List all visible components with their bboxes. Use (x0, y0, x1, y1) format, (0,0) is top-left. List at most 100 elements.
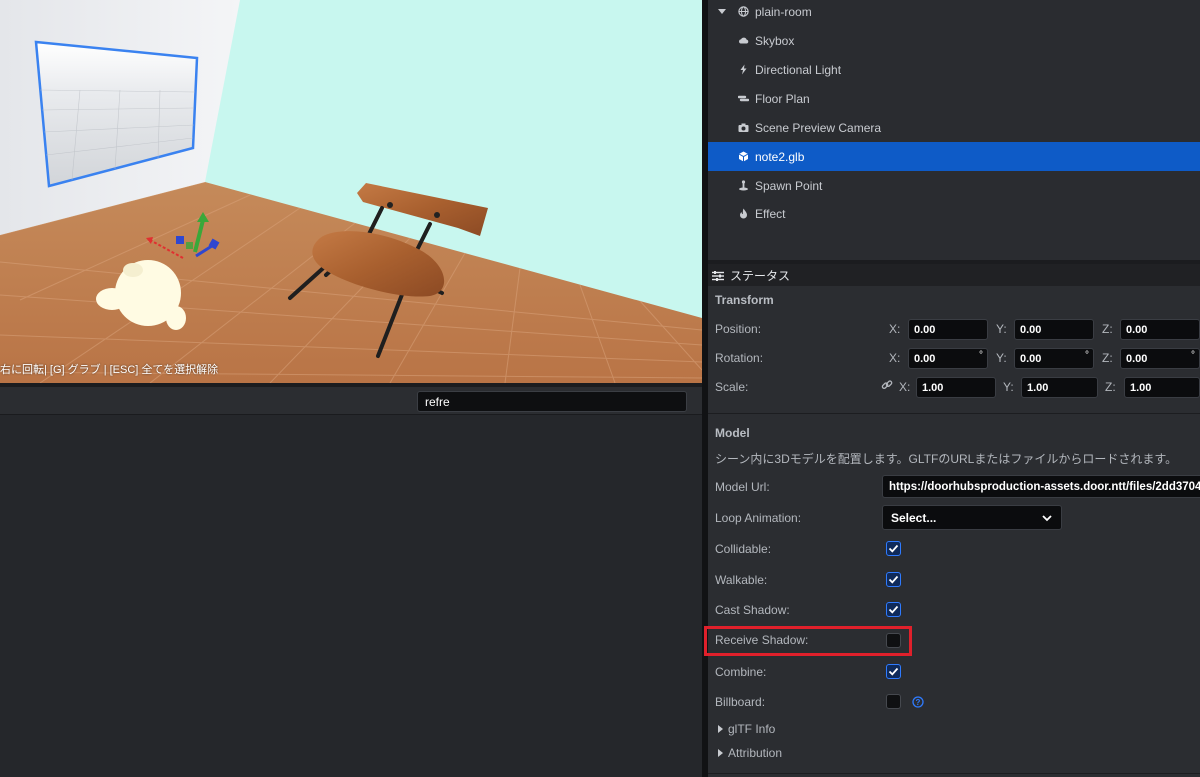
hierarchy-item-spawn-point[interactable]: Spawn Point (708, 171, 1200, 200)
model-url-input[interactable]: https://doorhubsproduction-assets.door.n… (882, 475, 1200, 498)
position-x-value: 0.00 (914, 323, 936, 336)
gltf-info-label: glTF Info (728, 722, 776, 736)
hierarchy-root-plain-room[interactable]: plain-room (708, 0, 1200, 26)
scale-y-axis-label: Y: (1003, 380, 1014, 394)
scene-render (0, 0, 702, 383)
spawn-icon (738, 180, 749, 191)
rotation-z-axis-label: Z: (1102, 351, 1113, 365)
viewport-shortcut-hint: 右に回転| [G] グラブ | [ESC] 全てを選択解除 (0, 364, 219, 376)
rotation-x-axis-label: X: (889, 351, 901, 365)
position-y-input[interactable]: 0.00 (1014, 319, 1094, 340)
hierarchy-item-label: Scene Preview Camera (755, 120, 882, 135)
receive-shadow-label: Receive Shadow: (715, 633, 809, 647)
expand-arrow-icon (718, 725, 723, 733)
properties-header: ステータス (708, 264, 1200, 286)
combine-label: Combine: (715, 665, 767, 679)
combine-checkbox[interactable] (886, 664, 901, 679)
position-y-axis-label: Y: (996, 322, 1007, 336)
hierarchy-item-label: Effect (755, 206, 786, 221)
billboard-checkbox[interactable] (886, 694, 901, 709)
assets-panel (0, 415, 702, 777)
attribution-toggle[interactable]: Attribution (718, 746, 782, 760)
rotation-label: Rotation: (715, 351, 764, 365)
cast-shadow-checkbox[interactable] (886, 602, 901, 617)
walkable-label: Walkable: (715, 573, 768, 587)
scale-z-axis-label: Z: (1105, 380, 1116, 394)
scale-z-value: 1.00 (1130, 381, 1152, 394)
section-divider (708, 413, 1200, 414)
floor-plan-icon (737, 93, 750, 104)
hierarchy-item-skybox[interactable]: Skybox (708, 26, 1200, 55)
hierarchy-root-label: plain-room (755, 4, 812, 19)
hierarchy-item-label: Spawn Point (755, 178, 823, 193)
editor-root: 右に回転| [G] グラブ | [ESC] 全てを選択解除 plain-room… (0, 0, 1200, 777)
properties-panel: ステータス Transform Position: X: 0.00 Y: 0.0… (704, 264, 1200, 777)
check-icon (888, 575, 899, 584)
sliders-icon (712, 270, 724, 281)
globe-icon (738, 6, 749, 17)
assets-toolbar (0, 387, 702, 415)
position-z-input[interactable]: 0.00 (1120, 319, 1200, 340)
scale-x-input[interactable]: 1.00 (916, 377, 996, 398)
position-z-axis-label: Z: (1102, 322, 1113, 336)
loop-animation-value: Select... (891, 510, 937, 525)
walkable-checkbox[interactable] (886, 572, 901, 587)
receive-shadow-checkbox[interactable] (886, 633, 901, 648)
loop-animation-label: Loop Animation: (715, 511, 802, 525)
position-y-value: 0.00 (1020, 323, 1042, 336)
hierarchy-item-label: note2.glb (755, 149, 805, 164)
collapse-arrow-icon[interactable] (718, 9, 726, 14)
fire-icon (738, 208, 749, 219)
model-url-label: Model Url: (715, 480, 770, 494)
scale-z-input[interactable]: 1.00 (1124, 377, 1200, 398)
rotation-y-value: 0.00 (1020, 352, 1042, 365)
chevron-down-icon (1041, 512, 1053, 527)
scale-x-axis-label: X: (899, 380, 911, 394)
hierarchy-item-directional-light[interactable]: Directional Light (708, 55, 1200, 84)
hierarchy-item-label: Skybox (755, 33, 795, 48)
camera-icon (738, 122, 749, 133)
link-icon[interactable] (881, 379, 893, 394)
scale-x-value: 1.00 (922, 381, 944, 394)
hierarchy-item-scene-preview-camera[interactable]: Scene Preview Camera (708, 113, 1200, 142)
transform-section-title: Transform (715, 293, 774, 307)
collidable-checkbox[interactable] (886, 541, 901, 556)
model-section-title: Model (715, 426, 750, 440)
check-icon (888, 667, 899, 676)
cube-icon (738, 151, 749, 162)
gltf-info-toggle[interactable]: glTF Info (718, 722, 775, 736)
loop-animation-select[interactable]: Select... (882, 505, 1062, 530)
rotation-x-degree: ° (979, 350, 983, 361)
bolt-icon (738, 64, 749, 75)
position-label: Position: (715, 322, 762, 336)
expand-arrow-icon (718, 749, 723, 757)
position-x-input[interactable]: 0.00 (908, 319, 988, 340)
rotation-x-input[interactable]: 0.00 ° (908, 348, 988, 369)
attribution-label: Attribution (728, 746, 783, 760)
hierarchy-item-effect[interactable]: Effect (708, 199, 1200, 228)
rotation-z-input[interactable]: 0.00 ° (1120, 348, 1200, 369)
position-x-axis-label: X: (889, 322, 901, 336)
scale-y-input[interactable]: 1.00 (1021, 377, 1098, 398)
hierarchy-item-note2-glb[interactable]: note2.glb (708, 142, 1200, 171)
properties-title: ステータス (730, 268, 791, 283)
asset-search-input[interactable] (417, 391, 687, 412)
rotation-z-degree: ° (1191, 350, 1195, 361)
help-icon[interactable]: ? (912, 696, 924, 711)
hierarchy-item-floor-plan[interactable]: Floor Plan (708, 84, 1200, 113)
position-z-value: 0.00 (1126, 323, 1148, 336)
scene-hierarchy: plain-room Skybox Directional Light Floo… (708, 0, 1200, 260)
svg-text:?: ? (916, 698, 921, 707)
scene-viewport[interactable]: 右に回転| [G] グラブ | [ESC] 全てを選択解除 (0, 0, 702, 383)
section-divider (708, 773, 1200, 774)
check-icon (888, 544, 899, 553)
hierarchy-item-label: Floor Plan (755, 91, 810, 106)
billboard-label: Billboard: (715, 695, 766, 709)
scale-y-value: 1.00 (1027, 381, 1049, 394)
rotation-x-value: 0.00 (914, 352, 936, 365)
check-icon (888, 605, 899, 614)
hierarchy-item-label: Directional Light (755, 62, 842, 77)
collidable-label: Collidable: (715, 542, 772, 556)
rotation-z-value: 0.00 (1126, 352, 1148, 365)
rotation-y-input[interactable]: 0.00 ° (1014, 348, 1094, 369)
